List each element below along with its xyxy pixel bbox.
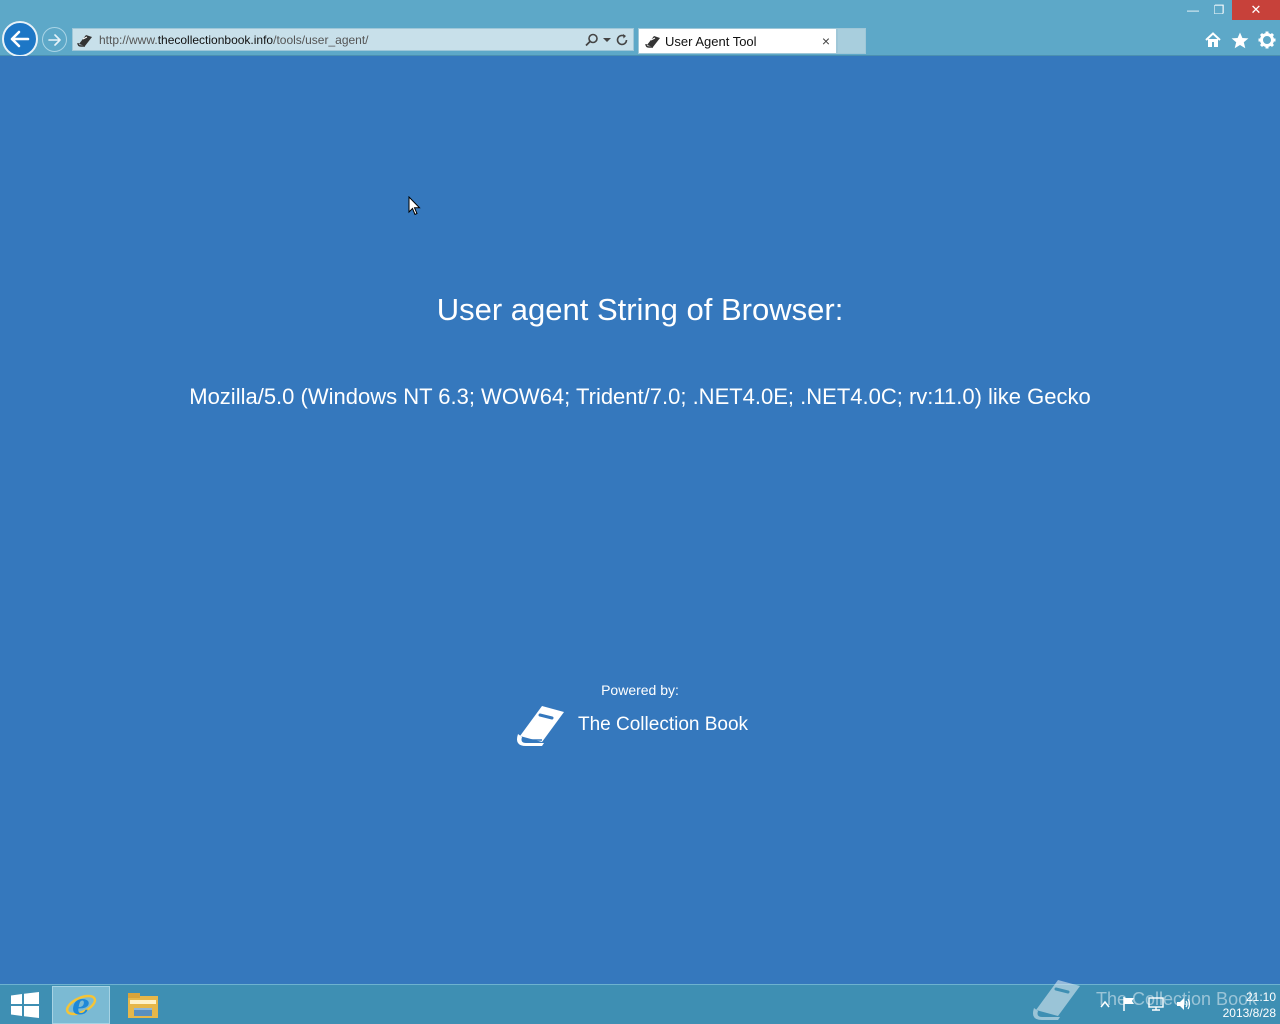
taskbar: e The Collection Book 21:10 2013/8/28 bbox=[0, 980, 1280, 1024]
start-button[interactable] bbox=[8, 991, 42, 1019]
system-tray bbox=[1100, 993, 1192, 1015]
book-favicon-icon bbox=[645, 33, 661, 49]
arrow-right-icon bbox=[47, 33, 61, 46]
home-icon[interactable] bbox=[1204, 32, 1222, 48]
book-logo-icon bbox=[517, 706, 564, 746]
taskbar-file-explorer[interactable] bbox=[116, 986, 170, 1024]
action-center-flag-icon[interactable] bbox=[1122, 996, 1136, 1012]
dropdown-arrow-icon[interactable] bbox=[603, 37, 611, 43]
new-tab-button[interactable] bbox=[837, 28, 866, 54]
internet-explorer-icon: e bbox=[65, 989, 97, 1021]
show-hidden-icons-chevron-icon[interactable] bbox=[1100, 1000, 1110, 1008]
url-text[interactable]: http://www.thecollectionbook.info/tools/… bbox=[99, 33, 585, 47]
user-agent-string: Mozilla/5.0 (Windows NT 6.3; WOW64; Trid… bbox=[189, 384, 1091, 409]
window-controls: — ❐ ✕ bbox=[1180, 0, 1280, 20]
clock-time: 21:10 bbox=[1245, 990, 1276, 1004]
taskbar-internet-explorer[interactable]: e bbox=[52, 986, 110, 1024]
web-page-content: User agent String of Browser: Mozilla/5.… bbox=[0, 56, 1280, 984]
volume-icon[interactable] bbox=[1176, 997, 1192, 1011]
page-heading: User agent String of Browser: bbox=[436, 292, 844, 327]
browser-toolbar-right bbox=[1204, 30, 1276, 50]
favorites-star-icon[interactable] bbox=[1231, 32, 1249, 49]
tab-close-icon[interactable]: × bbox=[822, 33, 830, 49]
forward-button[interactable] bbox=[42, 27, 67, 52]
tab-user-agent-tool[interactable]: User Agent Tool × bbox=[638, 28, 837, 54]
brand-name: The Collection Book bbox=[578, 714, 749, 735]
book-watermark-icon bbox=[1033, 980, 1080, 1020]
close-window-button[interactable]: ✕ bbox=[1232, 0, 1280, 20]
book-favicon-icon bbox=[77, 32, 93, 48]
mouse-cursor-icon bbox=[408, 196, 421, 216]
brand-link[interactable]: The Collection Book bbox=[514, 702, 774, 748]
browser-chrome: http://www.thecollectionbook.info/tools/… bbox=[0, 0, 1280, 57]
minimize-button[interactable]: — bbox=[1180, 0, 1206, 20]
clock-date: 2013/8/28 bbox=[1222, 1006, 1276, 1020]
clock[interactable]: 21:10 2013/8/28 bbox=[1196, 989, 1276, 1021]
gear-icon[interactable] bbox=[1258, 31, 1276, 49]
windows-logo-icon bbox=[11, 992, 39, 1018]
network-icon[interactable] bbox=[1148, 997, 1164, 1011]
svg-text:e: e bbox=[72, 989, 90, 1021]
search-icon[interactable] bbox=[585, 33, 599, 47]
address-bar[interactable]: http://www.thecollectionbook.info/tools/… bbox=[72, 28, 634, 51]
tab-title: User Agent Tool bbox=[665, 33, 757, 49]
powered-by-label: Powered by: bbox=[601, 682, 679, 698]
restore-button[interactable]: ❐ bbox=[1206, 0, 1232, 20]
back-button[interactable] bbox=[2, 21, 38, 57]
arrow-left-icon bbox=[10, 30, 30, 48]
folder-icon bbox=[128, 993, 158, 1018]
refresh-icon[interactable] bbox=[615, 33, 629, 47]
